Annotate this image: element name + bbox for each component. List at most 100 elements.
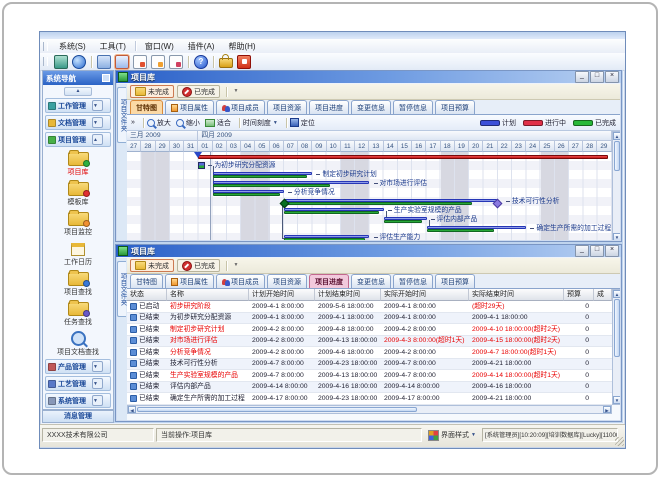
menu-item-3[interactable]: 窗口(W): [138, 40, 181, 53]
exit-icon[interactable]: [237, 55, 251, 69]
chevron-down-icon[interactable]: ▼: [92, 100, 103, 111]
sidebar-group-产品管理[interactable]: 产品管理▼: [45, 359, 111, 374]
sidebar-item-项目查找[interactable]: 项目查找: [43, 267, 113, 297]
table-row[interactable]: 已结束生产实验室规模的产品2009-4-7 8:00:002009-4-13 1…: [127, 370, 612, 382]
tab-project-folder[interactable]: 项目文件夹: [117, 261, 126, 317]
scroll-left-button[interactable]: ◀: [128, 406, 136, 413]
restore-button[interactable]: □: [590, 71, 604, 83]
table-row[interactable]: 已结束评估内部产品2009-4-14 8:00:002009-4-16 18:0…: [127, 382, 612, 394]
close-button[interactable]: ×: [605, 71, 619, 83]
pin-icon[interactable]: [102, 74, 110, 82]
interface-style-button[interactable]: 界面样式 ▼: [428, 428, 476, 442]
report-delete-icon[interactable]: [169, 55, 183, 69]
tab-变更信息[interactable]: 变更信息: [351, 100, 391, 114]
restore-button[interactable]: □: [590, 245, 604, 257]
sidebar-item-项目文档查找[interactable]: 项目文档查找: [43, 327, 113, 357]
gantt-bar-初步研究阶段[interactable]: [198, 155, 608, 159]
globe-icon[interactable]: [72, 55, 86, 69]
zoom-out-button[interactable]: 缩小: [176, 118, 200, 128]
folder-icon[interactable]: [97, 55, 111, 69]
tab-项目预算[interactable]: 项目预算: [435, 100, 475, 114]
table-row[interactable]: 已结束技术可行性分析2009-4-7 8:00:002009-4-23 18:0…: [127, 359, 612, 371]
table-row[interactable]: 已结束确定生产所需的加工过程2009-4-17 8:00:002009-4-23…: [127, 393, 612, 405]
gantt-bar-技术可行性分析[interactable]: [284, 199, 498, 207]
help-icon[interactable]: ?: [194, 55, 208, 69]
tab-message-management[interactable]: 消息管理: [42, 410, 114, 423]
tab-项目属性[interactable]: 项目属性: [165, 274, 214, 288]
sidebar-item-项目库[interactable]: 项目库: [43, 147, 113, 177]
column-header-状态[interactable]: 状态: [127, 289, 167, 301]
gantt-bar-生产实验室规模的产品[interactable]: [284, 208, 384, 216]
column-header-计划结束时间[interactable]: 计划结束时间: [315, 289, 381, 301]
scroll-up-button[interactable]: ▲: [613, 290, 620, 298]
chevron-up-icon[interactable]: ▲: [92, 134, 103, 145]
sidebar-item-工作日历[interactable]: 工作日历: [43, 237, 113, 267]
tab-暂停信息[interactable]: 暂停信息: [393, 100, 433, 114]
gantt-chart[interactable]: 为初步研究分配资源制定初步研究计划对市场进行评估分析竞争情况技术可行性分析生产实…: [127, 152, 612, 240]
chevron-down-icon[interactable]: ▼: [92, 117, 103, 128]
scroll-down-button[interactable]: ▼: [613, 396, 620, 404]
minimize-button[interactable]: _: [575, 71, 589, 83]
tab-项目进度[interactable]: 项目进度: [309, 100, 349, 114]
filter-more-button[interactable]: ▼: [230, 260, 242, 272]
filter-未完成[interactable]: 未完成: [130, 85, 174, 98]
lock-icon[interactable]: [219, 58, 233, 68]
filter-已完成[interactable]: 已完成: [177, 85, 220, 98]
resize-grip[interactable]: [615, 437, 624, 446]
menu-item-4[interactable]: 插件(A): [181, 40, 222, 53]
column-header-计划开始时间[interactable]: 计划开始时间: [249, 289, 315, 301]
table-row[interactable]: 已结束对市场进行评估2009-4-2 8:00:002009-4-13 18:0…: [127, 336, 612, 348]
table-horizontal-scrollbar[interactable]: ◀▶: [127, 405, 612, 414]
filter-more-button[interactable]: ▼: [230, 86, 242, 98]
sidebar-group-项目管理[interactable]: 项目管理▲: [45, 132, 111, 147]
tab-项目资源[interactable]: 项目资源: [267, 274, 307, 288]
gantt-vertical-scrollbar[interactable]: ▲▼: [612, 131, 620, 240]
tab-project-folder[interactable]: 项目文件夹: [117, 87, 126, 143]
minimize-button[interactable]: _: [575, 245, 589, 257]
table-row[interactable]: 已结束为初步研究分配资源2009-4-1 8:00:002009-4-1 18:…: [127, 313, 612, 325]
sidebar-group-工作管理[interactable]: 工作管理▼: [45, 98, 111, 113]
more-button[interactable]: »: [131, 119, 135, 126]
tab-项目预算[interactable]: 项目预算: [435, 274, 475, 288]
tab-项目成员[interactable]: 项目成员: [216, 274, 265, 288]
scroll-right-button[interactable]: ▶: [603, 406, 611, 413]
window-titlebar[interactable]: 项目库 _□×: [116, 245, 621, 257]
zoom-in-button[interactable]: 放大: [147, 118, 171, 128]
close-button[interactable]: ×: [605, 245, 619, 257]
sidebar-item-模板库[interactable]: 模板库: [43, 177, 113, 207]
column-header-实际开始时间[interactable]: 实际开始时间: [381, 289, 469, 301]
chevron-down-icon[interactable]: ▼: [92, 378, 103, 389]
sidebar-collapse-button[interactable]: ▲: [64, 87, 92, 96]
tab-项目进度[interactable]: 项目进度: [309, 274, 349, 288]
column-header-名称[interactable]: 名称: [167, 289, 249, 301]
scroll-up-button[interactable]: ▲: [613, 132, 620, 140]
window-titlebar[interactable]: 项目库 _□×: [116, 71, 621, 83]
menu-item-2[interactable]: 工具(T): [93, 40, 133, 53]
sidebar-item-项目监控[interactable]: 项目监控: [43, 207, 113, 237]
gantt-bar-分析竞争情况[interactable]: [213, 190, 284, 198]
sidebar-group-工艺管理[interactable]: 工艺管理▼: [45, 376, 111, 391]
gantt-bar-对市场进行评估[interactable]: [213, 181, 370, 189]
scroll-down-button[interactable]: ▼: [613, 233, 620, 240]
menu-item-5[interactable]: 帮助(H): [221, 40, 262, 53]
chevron-down-icon[interactable]: ▼: [92, 361, 103, 372]
filter-已完成[interactable]: 已完成: [177, 259, 220, 272]
table-row[interactable]: 已启动初步研究阶段2009-4-1 8:00:002009-5-6 18:00:…: [127, 301, 612, 313]
save-icon[interactable]: [115, 55, 129, 69]
fit-button[interactable]: 适合: [205, 118, 231, 128]
gantt-bar-为初步研究分配资源[interactable]: [198, 162, 205, 169]
tab-项目资源[interactable]: 项目资源: [267, 100, 307, 114]
gantt-bar-评估生产能力[interactable]: [284, 235, 370, 241]
column-header-成[interactable]: 成: [594, 289, 612, 301]
scroll-thumb[interactable]: [137, 407, 417, 412]
gantt-bar-确定生产所需的加工过程[interactable]: [427, 226, 527, 234]
menu-item-1[interactable]: 系统(S): [52, 40, 93, 53]
tab-甘特图[interactable]: 甘特图: [130, 274, 163, 288]
scroll-thumb[interactable]: [614, 299, 620, 357]
tab-项目属性[interactable]: 项目属性: [165, 100, 214, 114]
scroll-thumb[interactable]: [614, 141, 620, 171]
sidebar-group-文档管理[interactable]: 文档管理▼: [45, 115, 111, 130]
sidebar-group-系统管理[interactable]: 系统管理▼: [45, 393, 111, 408]
table-row[interactable]: 已结束分析竞争情况2009-4-2 8:00:002009-4-6 18:00:…: [127, 347, 612, 359]
table-row[interactable]: 已结束制定初步研究计划2009-4-2 8:00:002009-4-8 18:0…: [127, 324, 612, 336]
